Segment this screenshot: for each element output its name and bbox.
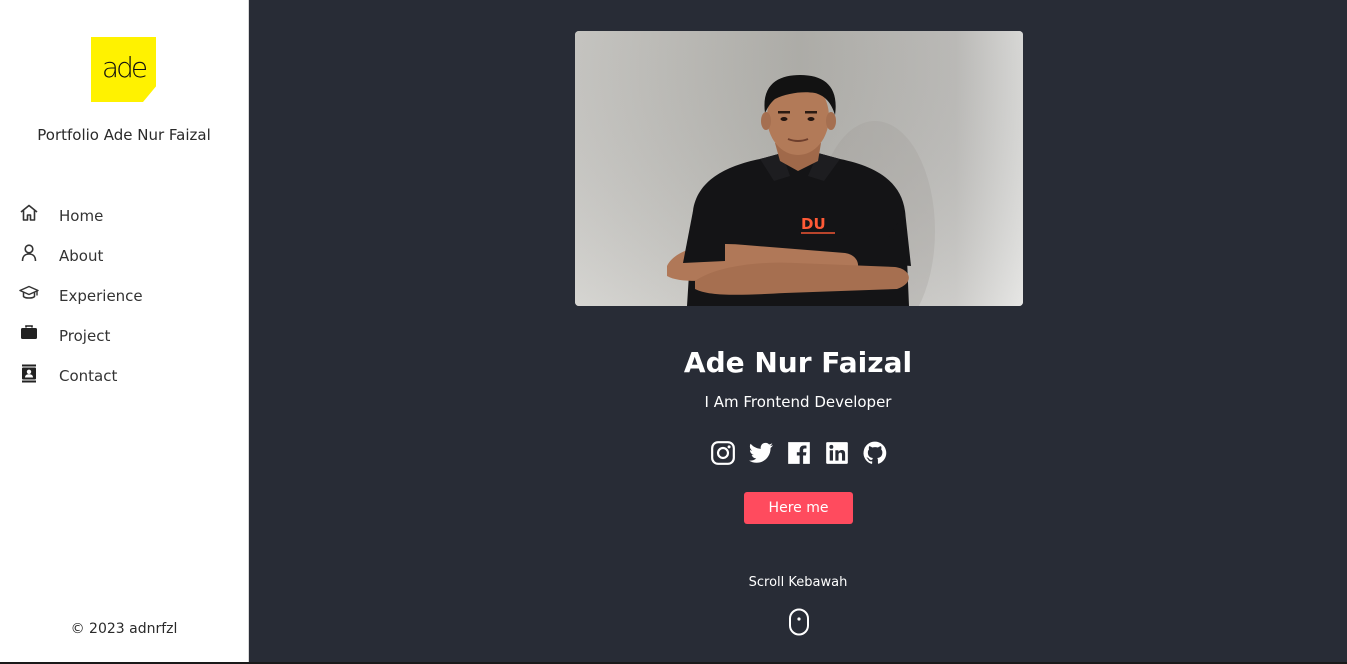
hero-name: Ade Nur Faizal: [683, 346, 913, 379]
here-me-button[interactable]: Here me: [744, 492, 853, 524]
nav-label-home: Home: [59, 207, 104, 225]
nav-item-project[interactable]: Project: [0, 320, 248, 352]
nav-label-project: Project: [59, 327, 111, 345]
profile-photo: DU: [575, 31, 1023, 306]
github-icon[interactable]: [862, 440, 888, 466]
sidebar: ade Portfolio Ade Nur Faizal Home About: [0, 0, 248, 662]
contact-book-icon: [22, 364, 36, 383]
scroll-hint: Scroll Kebawah: [748, 575, 848, 590]
copyright-text: © 2023 adnrfzl: [70, 621, 178, 637]
profile-photo-illustration: DU: [575, 31, 1023, 306]
instagram-icon[interactable]: [710, 440, 736, 466]
nav-label-experience: Experience: [59, 287, 143, 305]
nav-item-experience[interactable]: Experience: [0, 280, 248, 312]
social-links: [710, 440, 890, 466]
mouse-scroll-icon[interactable]: [787, 608, 811, 636]
app-window: ade Portfolio Ade Nur Faizal Home About: [0, 0, 1347, 664]
twitter-icon[interactable]: [748, 440, 774, 466]
shirt-logo: DU: [801, 215, 826, 233]
nav-label-contact: Contact: [59, 367, 118, 385]
briefcase-icon: [21, 325, 37, 339]
hero-role: I Am Frontend Developer: [704, 393, 892, 411]
nav-item-home[interactable]: Home: [0, 200, 248, 232]
graduation-cap-icon: [19, 285, 39, 299]
facebook-icon[interactable]: [786, 440, 812, 466]
brand-logo[interactable]: ade: [91, 37, 156, 102]
logo-text: ade: [101, 51, 148, 84]
nav-item-contact[interactable]: Contact: [0, 360, 248, 392]
nav-item-about[interactable]: About: [0, 240, 248, 272]
user-icon: [21, 244, 37, 262]
hero-section: DU Ade Nur Faizal I Am Frontend Develope…: [249, 0, 1347, 662]
nav-label-about: About: [59, 247, 104, 265]
linkedin-icon[interactable]: [824, 440, 850, 466]
home-icon: [20, 204, 38, 221]
brand-title: Portfolio Ade Nur Faizal: [37, 126, 211, 144]
